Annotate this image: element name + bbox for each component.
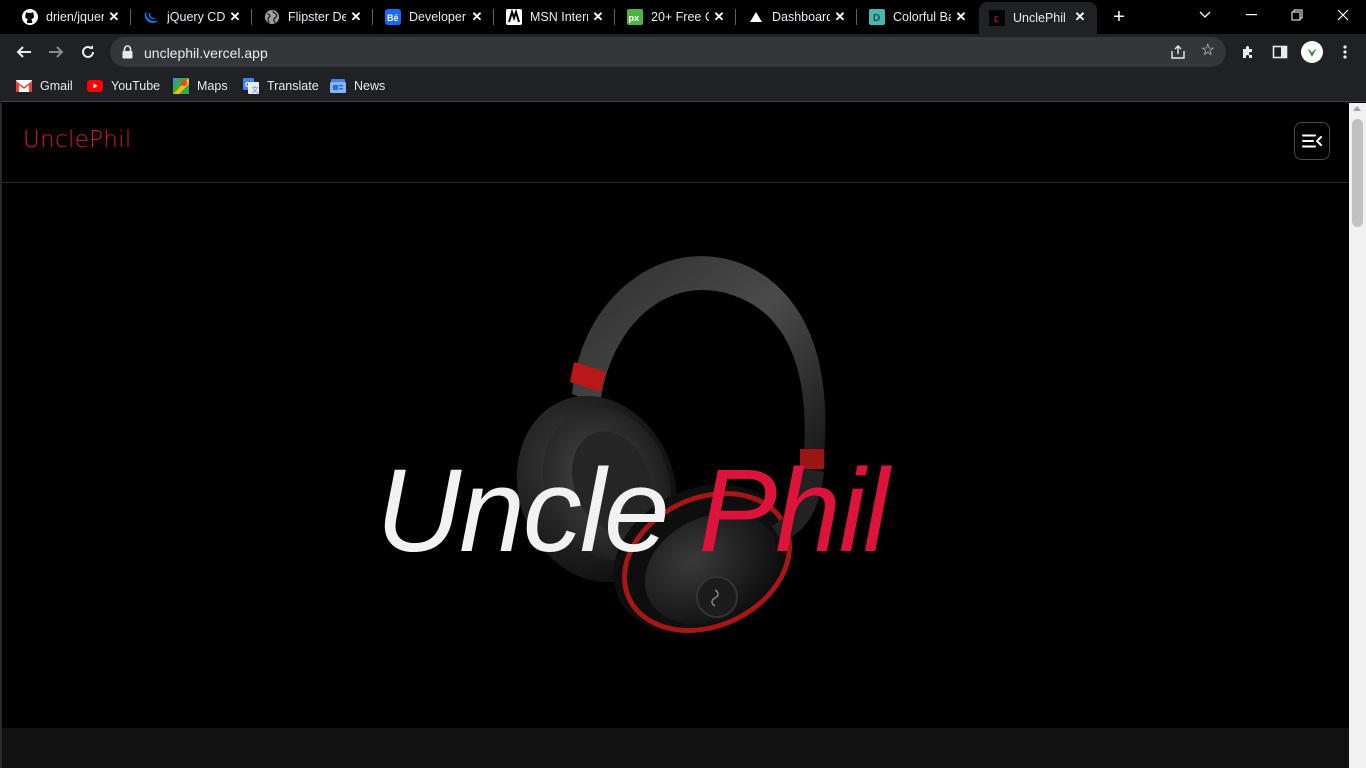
close-icon[interactable]: ✕ — [833, 10, 847, 24]
profile-avatar[interactable] — [1301, 41, 1323, 63]
tab-title: 20+ Free C — [651, 10, 709, 24]
maps-icon — [173, 78, 189, 94]
arrow-left-icon — [16, 46, 31, 58]
reload-button[interactable] — [74, 38, 102, 66]
bookmark-maps[interactable]: Maps — [173, 76, 228, 96]
browser-tab-active[interactable]: £ UnclePhil ✕ — [979, 2, 1097, 34]
browser-tab[interactable]: Dashboard ✕ — [736, 0, 857, 34]
browser-tab[interactable]: D Colorful Ba ✕ — [857, 0, 978, 34]
tab-title: drien/jquery — [46, 10, 104, 24]
close-icon — [1337, 9, 1349, 21]
close-icon[interactable]: ✕ — [1073, 10, 1087, 24]
browser-tab[interactable]: px 20+ Free C ✕ — [615, 0, 736, 34]
behance-icon: Bē — [385, 9, 401, 25]
tab-title: Flipster Demo — [288, 10, 346, 24]
next-section — [2, 728, 1349, 768]
lock-icon — [122, 45, 133, 64]
minimize-button[interactable] — [1228, 0, 1274, 30]
globe-icon — [264, 9, 280, 25]
window-close-button[interactable] — [1320, 0, 1366, 30]
close-icon[interactable]: ✕ — [954, 10, 968, 24]
bookmark-translate[interactable]: G文 Translate — [243, 76, 319, 96]
svg-text:£: £ — [994, 15, 999, 24]
close-icon[interactable]: ✕ — [228, 10, 242, 24]
tab-title: UnclePhil — [1013, 11, 1066, 25]
hero-section: Uncle Phil — [2, 184, 1349, 728]
unclephil-icon: £ — [989, 10, 1005, 26]
hero-title-phil: Phil — [698, 445, 889, 577]
px-icon: px — [627, 9, 643, 25]
bookmarks-bar: Gmail YouTube Maps G文 Translate News — [0, 70, 1366, 102]
bookmark-youtube[interactable]: YouTube — [87, 76, 160, 96]
svg-text:文: 文 — [252, 85, 259, 94]
d-icon: D — [869, 9, 885, 25]
tab-strip: drien/jquery ✕ jQuery CDN ✕ Flipster Dem… — [0, 0, 1366, 34]
browser-toolbar: unclephil.vercel.app ☆ — [0, 34, 1366, 70]
close-icon[interactable]: ✕ — [107, 10, 121, 24]
share-icon[interactable] — [1170, 44, 1186, 65]
page-viewport: UnclePhil Uncle Phil — [0, 103, 1366, 768]
bookmark-label: Maps — [197, 79, 228, 93]
svg-text:Bē: Bē — [387, 13, 399, 23]
tab-title: Developer — [409, 10, 466, 24]
menu-toggle-button[interactable] — [1294, 122, 1330, 160]
close-icon[interactable]: ✕ — [349, 10, 363, 24]
svg-text:G: G — [245, 82, 251, 89]
minimize-icon — [1245, 14, 1257, 16]
bookmark-gmail[interactable]: Gmail — [16, 76, 73, 96]
bookmark-label: News — [354, 79, 386, 93]
close-icon[interactable]: ✕ — [712, 10, 726, 24]
chevron-down-icon — [1199, 11, 1211, 18]
reload-icon — [82, 45, 94, 58]
translate-icon: G文 — [243, 78, 259, 94]
new-tab-button[interactable]: + — [1109, 7, 1129, 27]
site-logo[interactable]: UnclePhil — [23, 127, 132, 153]
tab-title: Dashboard — [772, 10, 830, 24]
scroll-up-arrow-icon[interactable] — [1353, 106, 1361, 111]
close-icon[interactable]: ✕ — [470, 10, 484, 24]
headphones-image — [516, 256, 826, 634]
bookmark-news[interactable]: News — [330, 76, 385, 96]
tab-title: MSN Intern — [530, 10, 588, 24]
arrow-right-icon — [49, 46, 64, 58]
hero-title-uncle: Uncle — [376, 445, 670, 577]
bookmark-label: Translate — [267, 79, 319, 93]
tab-title: jQuery CDN — [167, 10, 225, 24]
browser-tab[interactable]: drien/jquery ✕ — [0, 0, 131, 34]
jquery-icon — [143, 9, 159, 25]
msn-icon — [506, 9, 522, 25]
address-bar[interactable]: unclephil.vercel.app ☆ — [110, 37, 1226, 67]
svg-text:px: px — [629, 13, 640, 23]
gmail-icon — [16, 78, 32, 94]
github-icon — [22, 9, 38, 25]
news-icon — [330, 78, 346, 94]
hero-title: Uncle Phil — [376, 452, 889, 570]
restore-button[interactable] — [1274, 0, 1320, 30]
url-text: unclephil.vercel.app — [144, 45, 268, 61]
bookmark-label: YouTube — [111, 79, 161, 93]
site-header: UnclePhil — [2, 103, 1349, 183]
page-scrollbar[interactable] — [1349, 103, 1366, 768]
youtube-icon — [87, 78, 103, 94]
browser-tab[interactable]: jQuery CDN ✕ — [131, 0, 252, 34]
browser-tab[interactable]: Flipster Demo ✕ — [252, 0, 373, 34]
close-icon[interactable]: ✕ — [591, 10, 605, 24]
extensions-icon[interactable] — [1238, 42, 1258, 62]
menu-icon — [1302, 134, 1322, 148]
browser-tab[interactable]: Bē Developer ✕ — [373, 0, 494, 34]
vercel-icon — [748, 9, 764, 25]
avatar-icon — [1307, 49, 1317, 57]
svg-text:D: D — [873, 13, 880, 24]
menu-kebab-icon[interactable] — [1335, 42, 1355, 62]
bookmark-label: Gmail — [40, 79, 73, 93]
tab-search-button[interactable] — [1182, 0, 1228, 30]
restore-icon — [1291, 9, 1303, 21]
back-button[interactable] — [10, 38, 38, 66]
forward-button[interactable] — [42, 38, 70, 66]
tab-title: Colorful Ba — [893, 10, 951, 24]
side-panel-icon[interactable] — [1270, 42, 1290, 62]
star-icon[interactable]: ☆ — [1201, 43, 1215, 59]
scroll-thumb[interactable] — [1352, 119, 1363, 227]
browser-tab[interactable]: MSN Intern ✕ — [494, 0, 615, 34]
